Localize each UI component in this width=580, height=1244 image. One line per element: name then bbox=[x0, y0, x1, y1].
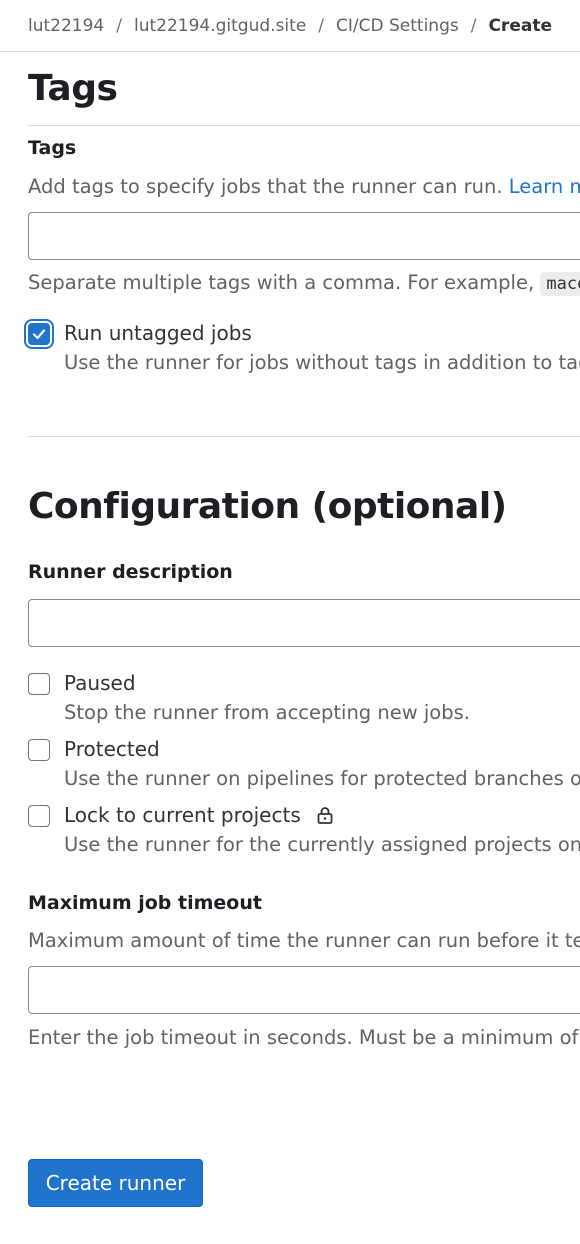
learn-more-link[interactable]: Learn more. bbox=[509, 175, 580, 198]
config-section-title: Configuration (optional) bbox=[28, 486, 507, 527]
protected-checkbox[interactable] bbox=[28, 739, 50, 761]
tags-field-label: Tags bbox=[28, 137, 77, 159]
max-timeout-help: Maximum amount of time the runner can ru… bbox=[28, 929, 580, 952]
run-untagged-checkbox[interactable] bbox=[28, 323, 50, 345]
protected-help: Use the runner on pipelines for protecte… bbox=[64, 767, 580, 790]
tags-section-title: Tags bbox=[28, 68, 118, 109]
breadcrumb-separator: / bbox=[116, 15, 122, 36]
lock-to-projects-label-row[interactable]: Lock to current projects bbox=[64, 803, 335, 830]
create-runner-button[interactable]: Create runner bbox=[28, 1159, 203, 1207]
paused-label[interactable]: Paused bbox=[64, 671, 136, 695]
tags-example-code: macos,shared bbox=[540, 272, 580, 296]
tags-hint-copy: Separate multiple tags with a comma. For… bbox=[28, 271, 535, 294]
tags-input[interactable] bbox=[28, 212, 580, 260]
breadcrumb-separator: / bbox=[318, 15, 325, 36]
paused-help: Stop the runner from accepting new jobs. bbox=[64, 701, 470, 724]
run-untagged-help: Use the runner for jobs without tags in … bbox=[64, 351, 580, 374]
tags-hint: Separate multiple tags with a comma. For… bbox=[28, 271, 580, 296]
lock-to-projects-label: Lock to current projects bbox=[64, 803, 301, 827]
max-timeout-label: Maximum job timeout bbox=[28, 892, 262, 914]
lock-to-projects-checkbox[interactable] bbox=[28, 805, 50, 827]
breadcrumb-item-cicd-settings[interactable]: CI/CD Settings bbox=[336, 16, 459, 36]
breadcrumb: lut22194 / lut22194.gitgud.site / CI/CD … bbox=[0, 0, 580, 52]
breadcrumb-current: Create bbox=[488, 15, 552, 36]
max-timeout-input[interactable] bbox=[28, 966, 580, 1014]
run-untagged-label[interactable]: Run untagged jobs bbox=[64, 321, 252, 345]
breadcrumb-item-project[interactable]: lut22194.gitgud.site bbox=[134, 16, 306, 36]
paused-checkbox[interactable] bbox=[28, 673, 50, 695]
lock-to-projects-help: Use the runner for the currently assigne… bbox=[64, 833, 580, 856]
breadcrumb-separator: / bbox=[470, 15, 477, 36]
runner-description-input[interactable] bbox=[28, 599, 580, 647]
protected-label[interactable]: Protected bbox=[64, 737, 160, 761]
tags-help-copy: Add tags to specify jobs that the runner… bbox=[28, 175, 503, 198]
section-divider bbox=[28, 436, 580, 437]
page: lut22194 / lut22194.gitgud.site / CI/CD … bbox=[0, 0, 580, 1244]
lock-icon bbox=[315, 805, 335, 830]
tags-help-text: Add tags to specify jobs that the runner… bbox=[28, 175, 580, 198]
checkmark-icon bbox=[32, 329, 46, 340]
breadcrumb-item-group[interactable]: lut22194 bbox=[28, 16, 104, 36]
runner-description-label: Runner description bbox=[28, 561, 233, 583]
section-divider bbox=[28, 125, 580, 126]
max-timeout-hint: Enter the job timeout in seconds. Must b… bbox=[28, 1026, 580, 1049]
